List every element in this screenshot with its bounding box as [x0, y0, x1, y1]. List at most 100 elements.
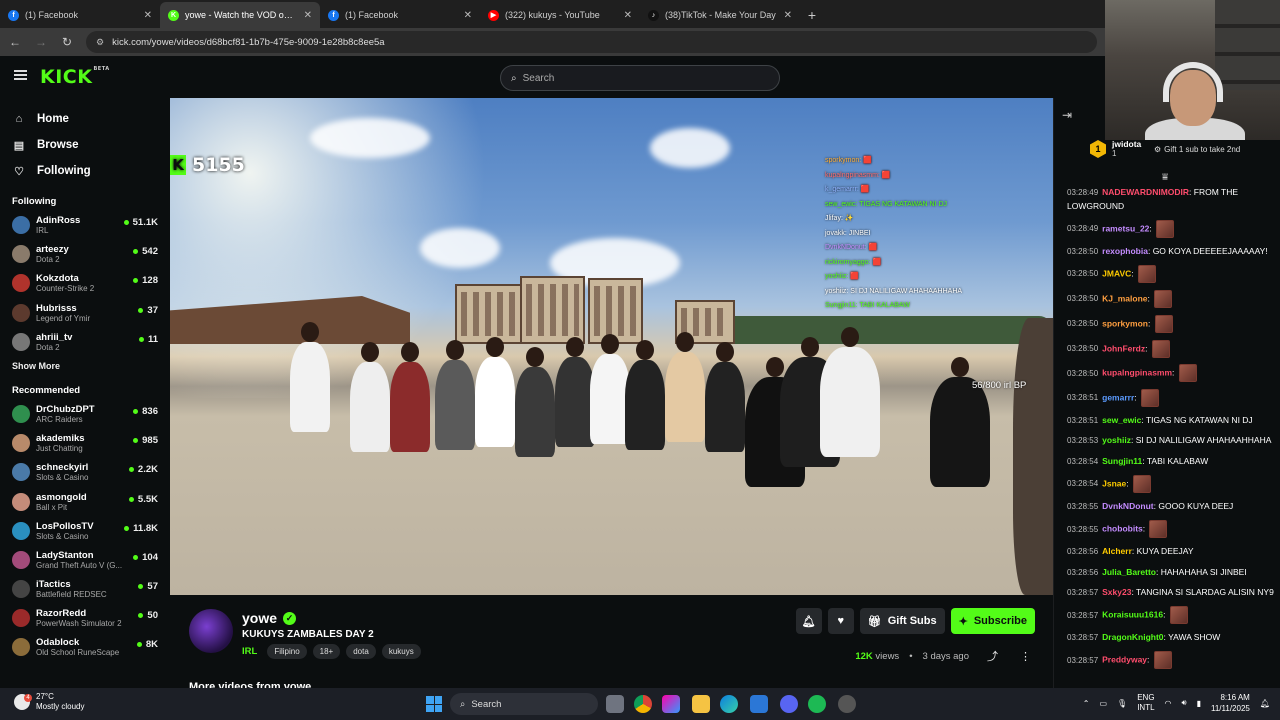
sidebar-channel[interactable]: LosPollosTV Slots & Casino 11.8K [0, 519, 170, 548]
browser-tab[interactable]: f (1) Facebook ✕ [0, 2, 160, 28]
clock[interactable]: 8:16 AM 11/11/2025 [1211, 692, 1250, 714]
chat-username[interactable]: kupalngpinasmm [1102, 368, 1172, 378]
tag-chip[interactable]: 18+ [312, 644, 341, 659]
pinned-icon[interactable]: ⩸ [1162, 172, 1168, 183]
chat-username[interactable]: yoshiiz [1102, 435, 1131, 445]
follow-button[interactable]: ♥ [827, 608, 854, 634]
tag-chip[interactable]: Filipino [267, 644, 307, 659]
chat-username[interactable]: gemarrr [1102, 392, 1134, 402]
browser-tab[interactable]: ▶ (322) kukuys - YouTube ✕ [480, 2, 640, 28]
chat-username[interactable]: Koraisuuu1616 [1102, 610, 1163, 620]
chrome-icon[interactable] [634, 695, 652, 713]
start-button[interactable] [426, 696, 442, 712]
channel-avatar[interactable] [189, 609, 233, 653]
close-tab-icon[interactable]: ✕ [624, 10, 632, 21]
sidebar-channel[interactable]: RazorRedd PowerWash Simulator 2 50 [0, 606, 170, 635]
tag-chip[interactable]: dota [346, 644, 376, 659]
chat-username[interactable]: KJ_malone [1102, 293, 1147, 303]
chat-username[interactable]: Sungjin11 [1102, 456, 1142, 466]
subscribe-button[interactable]: ✦ Subscribe [950, 608, 1035, 634]
sidebar-channel[interactable]: arteezy Dota 2 542 [0, 242, 170, 271]
browser-tab[interactable]: ♪ (38)TikTok - Make Your Day ✕ [640, 2, 800, 28]
task-view-icon[interactable] [606, 695, 624, 713]
more-options-icon[interactable]: ⋮ [1020, 650, 1031, 663]
spotify-icon[interactable] [808, 695, 826, 713]
close-tab-icon[interactable]: ✕ [784, 10, 792, 21]
browser-tab[interactable]: Kyowe - Watch the VOD on Kick ✕ [160, 2, 320, 28]
taskbar-search[interactable]: ⌕ Search [450, 693, 598, 715]
sidebar-nav-following[interactable]: ♡ Following [0, 158, 170, 184]
tree-line [710, 316, 1053, 344]
chat-username[interactable]: sporkymon [1102, 318, 1148, 328]
new-tab-icon[interactable]: + [800, 2, 824, 28]
sidebar-channel[interactable]: iTactics Battlefield REDSEC 57 [0, 577, 170, 606]
sidebar-channel[interactable]: Odablock Old School RuneScape 8K [0, 635, 170, 664]
chat-username[interactable]: Alcherr [1102, 546, 1132, 556]
copilot-icon[interactable] [662, 695, 680, 713]
mic-icon[interactable]: 🎙︎ [1117, 699, 1127, 708]
tray-chevron-icon[interactable]: ⌃ [1083, 699, 1090, 708]
chat-username[interactable]: Jsnae [1102, 478, 1126, 488]
file-explorer-icon[interactable] [692, 695, 710, 713]
top-gifter[interactable]: 1 jwidota 1 [1090, 140, 1141, 158]
back-icon[interactable]: ← [8, 35, 22, 49]
show-more-button[interactable]: Show More [0, 361, 170, 371]
notifications-icon[interactable]: 🔔︎ [1260, 699, 1270, 708]
chat-username[interactable]: chobobits [1102, 524, 1143, 534]
channel-name[interactable]: yowe [242, 610, 277, 626]
battery-icon[interactable]: ▮ [1197, 699, 1201, 708]
sidebar-channel[interactable]: ahriii_tv Dota 2 11 [0, 330, 170, 359]
language-indicator[interactable]: ENG INTL [1137, 693, 1154, 713]
video-player[interactable]: K 5155 sporkymon: 🟥 kupalngpinasmm: 🟥 k_ge… [170, 98, 1053, 595]
sidebar-channel[interactable]: LadyStanton Grand Theft Auto V (G... 104 [0, 548, 170, 577]
person-head [446, 340, 464, 360]
chat-username[interactable]: JohnFerdz [1102, 343, 1145, 353]
game-icon[interactable] [838, 695, 856, 713]
sidebar-nav-home[interactable]: ⌂ Home [0, 106, 170, 132]
site-info-icon[interactable]: ⚙ [96, 37, 104, 48]
kick-logo[interactable]: KICKBETA [40, 66, 110, 88]
close-tab-icon[interactable]: ✕ [144, 10, 152, 21]
chat-username[interactable]: DragonKnight0 [1102, 632, 1163, 642]
category-link[interactable]: IRL [242, 646, 257, 657]
edge-icon[interactable] [720, 695, 738, 713]
tag-chip[interactable]: kukuys [381, 644, 421, 659]
chat-username[interactable]: Julia_Baretto [1102, 567, 1156, 577]
weather-widget[interactable]: 4 27°C Mostly cloudy [14, 692, 84, 712]
menu-icon[interactable] [14, 70, 27, 80]
sidebar-channel[interactable]: asmongold Ball x Pit 5.5K [0, 490, 170, 519]
sidebar-channel[interactable]: Hubrisss Legend of Ymir 37 [0, 301, 170, 330]
search-input[interactable]: ⌕ Search [500, 65, 780, 91]
chat-username[interactable]: NADEWARDNIMODIR [1102, 187, 1189, 197]
collapse-chat-icon[interactable]: ⇥ [1062, 108, 1072, 122]
volume-icon[interactable]: 🔊︎ [1182, 698, 1187, 708]
wifi-icon[interactable]: ◠ [1165, 699, 1172, 708]
reload-icon[interactable]: ↻ [60, 35, 74, 49]
chat-username[interactable]: Preddyway [1102, 655, 1147, 665]
chat-username[interactable]: JMAVC [1102, 268, 1131, 278]
close-tab-icon[interactable]: ✕ [304, 10, 312, 21]
chat-message: 03:28:50 JMAVC: [1067, 265, 1275, 284]
sidebar-nav-browse[interactable]: ▤ Browse [0, 132, 170, 158]
address-bar[interactable]: ⚙ kick.com/yowe/videos/d68bcf81-1b7b-475… [86, 31, 1097, 53]
notification-bell-button[interactable]: 🔔︎ [795, 608, 822, 634]
gift-subs-button[interactable]: 🎁︎ Gift Subs [859, 608, 945, 634]
chat-username[interactable]: rametsu_22 [1102, 223, 1149, 233]
chat-username[interactable]: rexophobia [1102, 246, 1148, 256]
sidebar-channel[interactable]: Kokzdota Counter-Strike 2 128 [0, 271, 170, 300]
sidebar-channel[interactable]: AdinRoss IRL 51.1K [0, 213, 170, 242]
sidebar-channel[interactable]: akademiks Just Chatting 985 [0, 431, 170, 460]
sidebar-channel[interactable]: schneckyirl Slots & Casino 2.2K [0, 460, 170, 489]
discord-icon[interactable] [780, 695, 798, 713]
close-tab-icon[interactable]: ✕ [464, 10, 472, 21]
chat-username[interactable]: DvnkNDonut [1102, 501, 1153, 511]
sidebar-channel[interactable]: DrChubzDPT ARC Raiders 836 [0, 402, 170, 431]
chat-username[interactable]: sew_ewic [1102, 415, 1141, 425]
forward-icon[interactable]: → [34, 35, 48, 49]
share-icon[interactable]: ⤴ [987, 648, 998, 664]
browser-tab[interactable]: f (1) Facebook ✕ [320, 2, 480, 28]
chat-username[interactable]: Sxky23 [1102, 587, 1131, 597]
gift-prompt[interactable]: ⚙ Gift 1 sub to take 2nd [1154, 145, 1240, 154]
network-icon[interactable]: ▭ [1099, 699, 1107, 708]
store-icon[interactable] [750, 695, 768, 713]
